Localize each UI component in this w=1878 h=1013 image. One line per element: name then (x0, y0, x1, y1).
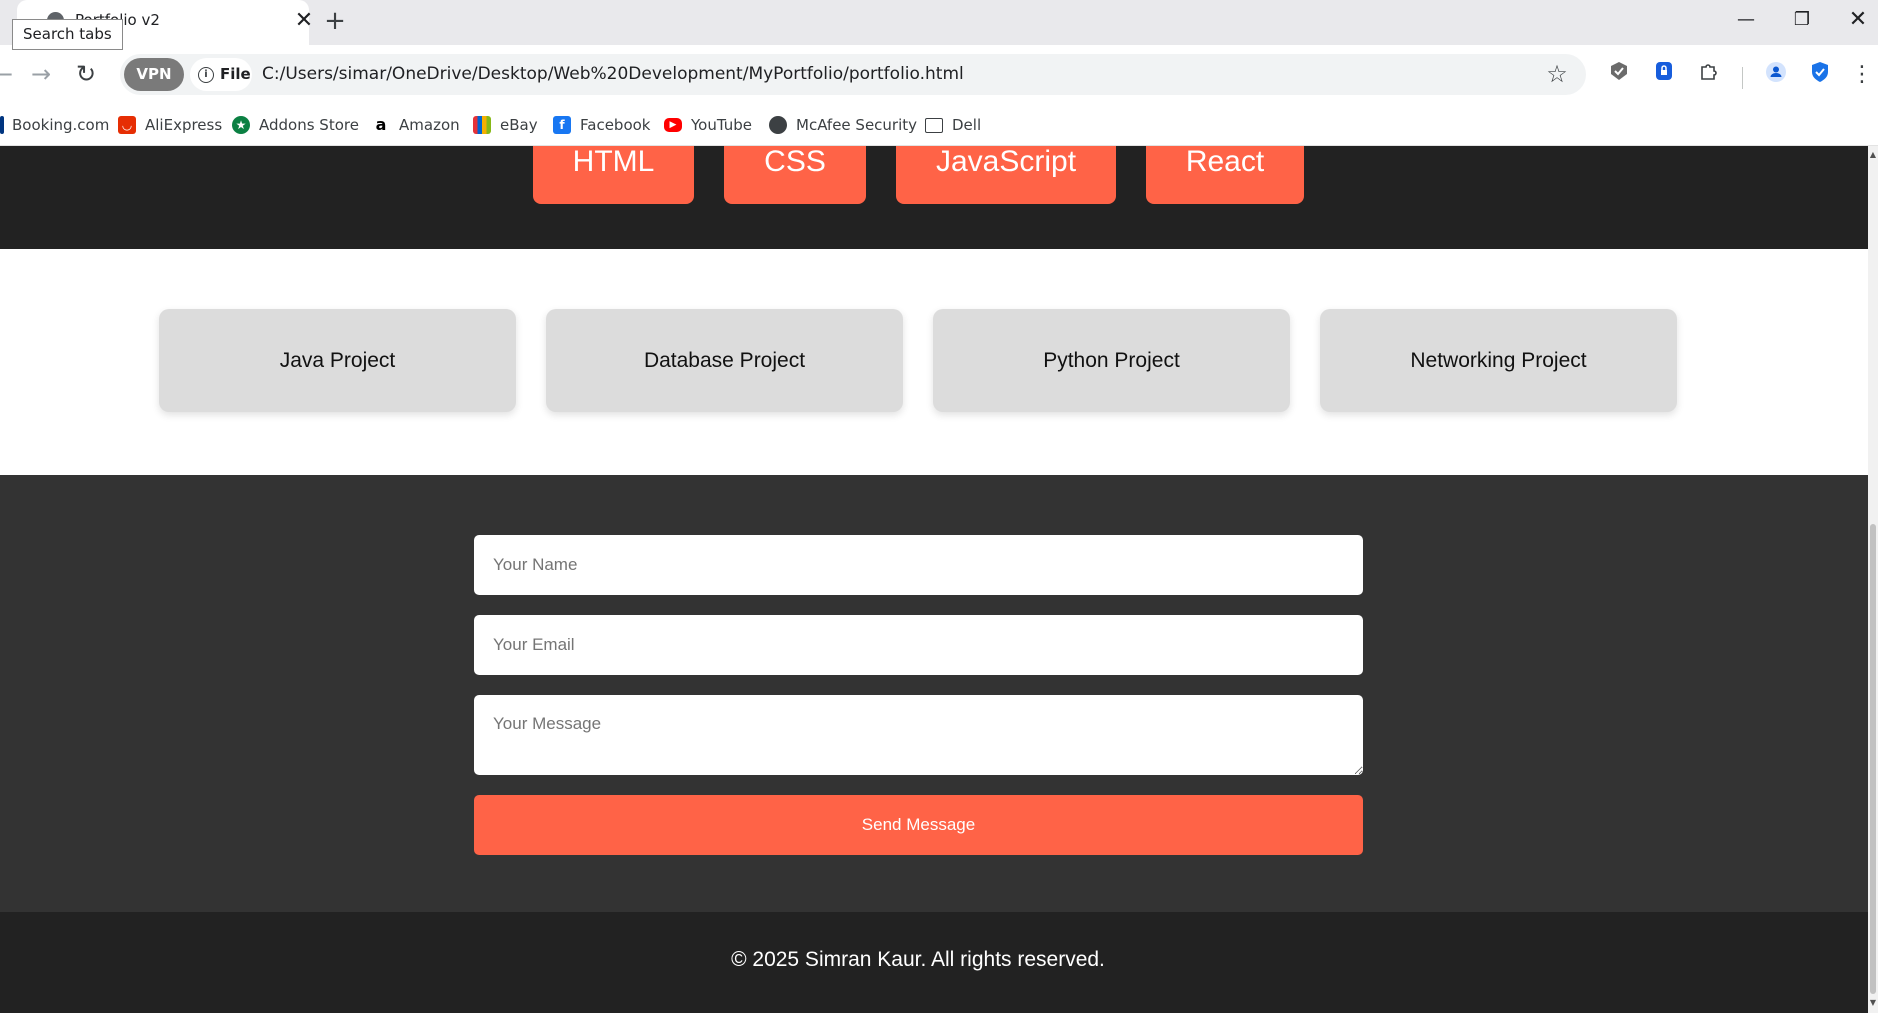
restore-icon[interactable]: ❐ (1774, 0, 1830, 40)
page-scrollbar[interactable]: ▲ ▼ (1868, 146, 1878, 1013)
page-footer: © 2025 Simran Kaur. All rights reserved. (0, 912, 1868, 1013)
back-arrow-icon[interactable]: ← (0, 57, 20, 91)
bookmark-booking[interactable]: Booking.com (0, 114, 109, 136)
reload-icon[interactable]: ↻ (69, 57, 103, 91)
projects-section: Java Project Database Project Python Pro… (0, 249, 1868, 475)
extensions-puzzle-icon[interactable] (1695, 61, 1723, 89)
minimize-icon[interactable]: — (1718, 0, 1774, 40)
profile-avatar-icon[interactable] (1762, 61, 1790, 89)
bookmark-addons-store[interactable]: ★ Addons Store (232, 114, 359, 136)
mcafee-globe-icon (769, 116, 787, 134)
browser-toolbar: ← → ↻ VPN i File C:/Users/simar/OneDrive… (0, 45, 1878, 104)
send-message-button[interactable]: Send Message (474, 795, 1363, 855)
tab-close-icon[interactable]: ✕ (289, 6, 319, 36)
bookmark-mcafee-security[interactable]: McAfee Security (769, 114, 917, 136)
address-bar[interactable]: VPN i File C:/Users/simar/OneDrive/Deskt… (120, 54, 1586, 95)
amazon-icon: a (375, 115, 387, 134)
project-card-networking[interactable]: Networking Project (1320, 309, 1677, 412)
addons-store-icon: ★ (232, 116, 250, 134)
toolbar-divider (1742, 67, 1743, 89)
bookmark-label: McAfee Security (796, 116, 918, 134)
vpn-badge[interactable]: VPN (124, 58, 184, 91)
bookmark-label: Addons Store (259, 116, 359, 134)
bookmark-aliexpress[interactable]: ◡ AliExpress (118, 114, 222, 136)
skill-badge-react: React (1146, 146, 1304, 204)
project-card-java[interactable]: Java Project (159, 309, 516, 412)
browser-menu-icon[interactable]: ⋮ (1848, 61, 1876, 89)
youtube-icon: ▶ (664, 118, 682, 132)
email-input[interactable] (474, 615, 1363, 675)
bookmark-star-icon[interactable]: ☆ (1542, 59, 1572, 89)
skill-badge-html: HTML (533, 146, 694, 204)
name-input[interactable] (474, 535, 1363, 595)
window-close-icon[interactable]: ✕ (1830, 0, 1878, 40)
bookmark-label: Amazon (399, 116, 460, 134)
bookmark-label: eBay (500, 116, 538, 134)
project-card-database[interactable]: Database Project (546, 309, 903, 412)
bookmark-label: YouTube (691, 116, 752, 134)
ebay-icon (473, 116, 491, 134)
bookmark-youtube[interactable]: ▶ YouTube (664, 114, 752, 136)
new-tab-button[interactable]: + (320, 6, 350, 36)
aliexpress-icon: ◡ (118, 116, 136, 134)
site-info-chip[interactable]: i File (190, 58, 252, 91)
contact-form-section: Send Message (0, 475, 1868, 912)
booking-icon (0, 116, 4, 134)
search-tabs-tooltip: Search tabs (12, 19, 123, 50)
skill-badge-javascript: JavaScript (896, 146, 1116, 204)
bookmark-label: AliExpress (145, 116, 223, 134)
folder-icon (925, 117, 943, 133)
scroll-up-arrow-icon[interactable]: ▲ (1868, 150, 1878, 159)
bookmarks-bar: Booking.com ◡ AliExpress ★ Addons Store … (0, 104, 1878, 146)
password-manager-icon[interactable] (1650, 61, 1678, 89)
url-text[interactable]: C:/Users/simar/OneDrive/Desktop/Web%20De… (262, 64, 964, 84)
security-shield-icon[interactable] (1806, 61, 1834, 89)
info-icon: i (198, 67, 214, 83)
bookmark-folder-dell[interactable]: Dell (925, 114, 981, 136)
bookmark-label: Booking.com (12, 116, 110, 134)
bookmark-facebook[interactable]: f Facebook (553, 114, 650, 136)
mcafee-extension-icon[interactable] (1605, 61, 1633, 89)
skills-section: HTML CSS JavaScript React (0, 146, 1868, 249)
facebook-icon: f (553, 116, 571, 134)
bookmark-ebay[interactable]: eBay (473, 114, 538, 136)
tab-strip: Portfolio v2 ✕ + Search tabs — ❐ ✕ (0, 0, 1878, 50)
bookmark-amazon[interactable]: a Amazon (372, 114, 460, 136)
skill-badge-css: CSS (724, 146, 866, 204)
scrollbar-thumb[interactable] (1870, 524, 1876, 994)
forward-arrow-icon[interactable]: → (24, 57, 58, 91)
scroll-down-arrow-icon[interactable]: ▼ (1868, 998, 1878, 1007)
bookmark-label: Dell (952, 116, 982, 134)
project-card-python[interactable]: Python Project (933, 309, 1290, 412)
file-label: File (220, 65, 251, 83)
copyright-text: © 2025 Simran Kaur. All rights reserved. (731, 948, 1105, 971)
page-viewport: HTML CSS JavaScript React Java Project D… (0, 146, 1868, 1013)
bookmark-label: Facebook (580, 116, 651, 134)
message-textarea[interactable] (474, 695, 1363, 775)
